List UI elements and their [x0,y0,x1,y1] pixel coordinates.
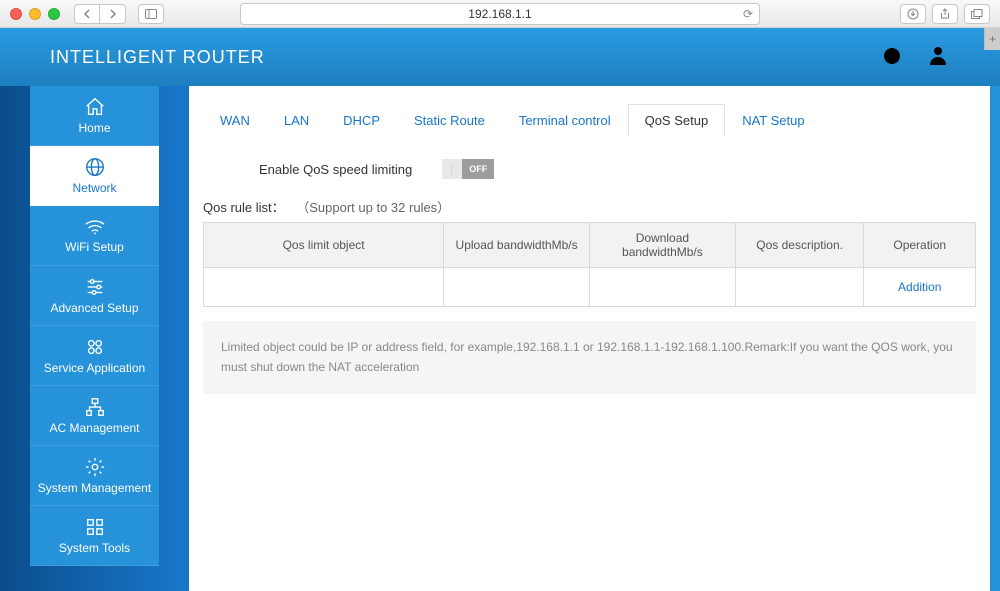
power-button[interactable] [880,43,904,72]
rule-list-subtitle: （Support up to 32 rules） [296,200,450,215]
sidebar-item-service[interactable]: Service Application [30,326,159,386]
tab-dhcp[interactable]: DHCP [326,104,397,137]
tab-lan[interactable]: LAN [267,104,326,137]
tab-terminal-control[interactable]: Terminal control [502,104,628,137]
remark-text: Limited object could be IP or address fi… [221,340,953,374]
sidebar-item-label: System Management [38,482,151,495]
rule-list-header: Qos rule list： （Support up to 32 rules） [189,197,990,222]
url-bar[interactable]: 192.168.1.1 ⟳ [240,3,760,25]
remark-box: Limited object could be IP or address fi… [203,321,976,394]
nav-buttons [74,4,126,24]
sidebar-item-system-mgmt[interactable]: System Management [30,446,159,506]
sidebar-item-advanced[interactable]: Advanced Setup [30,266,159,326]
forward-button[interactable] [100,4,126,24]
header-actions [880,43,950,72]
tab-bar: WAN LAN DHCP Static Route Terminal contr… [189,86,990,137]
downloads-button[interactable] [900,4,926,24]
download-icon [907,8,919,20]
share-button[interactable] [932,4,958,24]
gear-icon [84,456,106,478]
cell-upload [444,268,590,307]
user-icon [926,43,950,67]
back-button[interactable] [74,4,100,24]
cell-object [204,268,444,307]
enable-qos-toggle[interactable]: │ OFF [442,159,494,179]
tab-nat-setup[interactable]: NAT Setup [725,104,821,137]
sidebar-toggle-button[interactable] [138,4,164,24]
addition-link[interactable]: Addition [898,280,941,294]
tab-wan[interactable]: WAN [203,104,267,137]
sidebar-item-label: WiFi Setup [65,241,124,254]
col-desc: Qos description. [735,223,864,268]
sidebar-item-home[interactable]: Home [30,86,159,146]
toggle-handle-icon: │ [442,159,462,179]
table-header-row: Qos limit object Upload bandwidthMb/s Do… [204,223,976,268]
sidebar-item-label: AC Management [49,422,139,435]
new-tab-button[interactable]: + [984,28,1000,50]
enable-qos-label: Enable QoS speed limiting [259,162,412,177]
toggle-state-label: OFF [462,159,494,179]
power-icon [880,43,904,67]
content-panel: WAN LAN DHCP Static Route Terminal contr… [189,86,990,591]
sliders-icon [84,276,106,298]
col-upload: Upload bandwidthMb/s [444,223,590,268]
sidebar-item-label: System Tools [59,542,130,555]
url-text: 192.168.1.1 [468,7,531,21]
sidebar-item-ac[interactable]: AC Management [30,386,159,446]
user-button[interactable] [926,43,950,72]
cell-desc [735,268,864,307]
sidebar-item-system-tools[interactable]: System Tools [30,506,159,566]
sidebar-item-wifi[interactable]: WiFi Setup [30,206,159,266]
col-object: Qos limit object [204,223,444,268]
toolbar-right [900,4,990,24]
close-window-button[interactable] [10,8,22,20]
col-operation: Operation [864,223,976,268]
chevron-left-icon [83,9,91,19]
chevron-right-icon [109,9,117,19]
enable-qos-row: Enable QoS speed limiting │ OFF [189,137,990,197]
panel-icon [145,9,157,19]
window-controls [10,8,60,20]
grid-icon [84,516,106,538]
app-title: INTELLIGENT ROUTER [50,47,265,68]
rule-list-title: Qos rule list： [203,200,285,215]
tab-qos-setup[interactable]: QoS Setup [628,104,726,137]
tab-static-route[interactable]: Static Route [397,104,502,137]
sidebar-item-label: Service Application [44,362,145,375]
home-icon [84,96,106,118]
browser-toolbar: 192.168.1.1 ⟳ [0,0,1000,28]
main-area: Home Network WiFi Setup Advanced Setup S… [0,86,1000,591]
apps-icon [84,336,106,358]
sidebar-item-label: Network [72,182,116,195]
reload-icon[interactable]: ⟳ [743,7,753,21]
col-download: Download bandwidthMb/s [589,223,735,268]
wifi-icon [84,217,106,237]
qos-rule-table: Qos limit object Upload bandwidthMb/s Do… [203,222,976,307]
maximize-window-button[interactable] [48,8,60,20]
table-row: Addition [204,268,976,307]
app-header: INTELLIGENT ROUTER [0,28,1000,86]
cell-operation: Addition [864,268,976,307]
minimize-window-button[interactable] [29,8,41,20]
sidebar-item-label: Advanced Setup [50,302,138,315]
hierarchy-icon [84,396,106,418]
globe-icon [84,156,106,178]
sidebar: Home Network WiFi Setup Advanced Setup S… [30,86,159,591]
tabs-icon [971,9,983,19]
sidebar-item-network[interactable]: Network [30,146,159,206]
share-icon [940,8,950,20]
cell-download [589,268,735,307]
tabs-button[interactable] [964,4,990,24]
sidebar-item-label: Home [78,122,110,135]
